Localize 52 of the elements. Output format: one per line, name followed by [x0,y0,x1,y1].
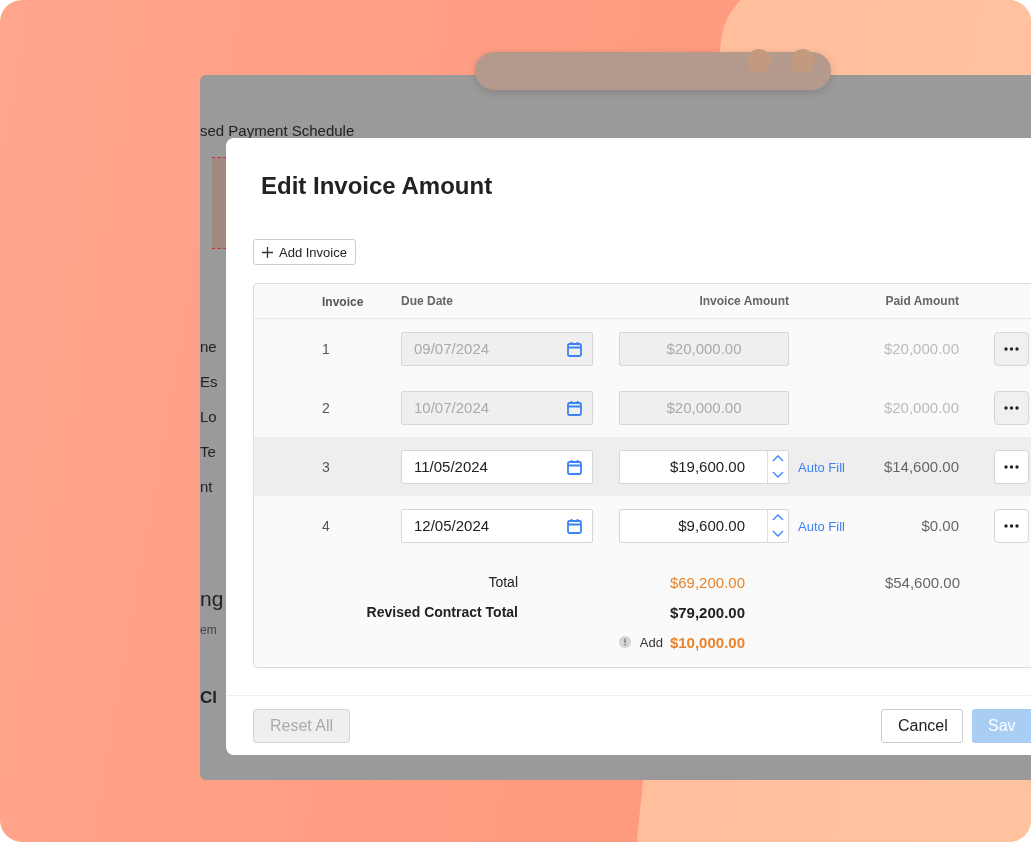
total-paid: $54,600.00 [883,573,960,591]
background-text: nt [200,477,214,497]
background-text: em [200,622,218,639]
invoice-number: 2 [322,399,330,416]
cancel-button[interactable]: Cancel [881,709,963,743]
more-icon [1004,346,1019,351]
amount-field[interactable]: $9,600.00 [619,508,789,543]
more-icon [1004,464,1019,469]
date-field[interactable]: 12/05/2024 [401,508,593,543]
invoice-number: 3 [322,458,330,475]
table-row[interactable]: 4 12/05/2024 $9,600.00 Auto Fill $0.00 [254,496,1031,555]
invoice-number: 4 [322,517,330,534]
table-row[interactable]: 3 11/05/2024 $19,600.00 Auto Fill $14,600.00 [254,437,1031,496]
calendar-icon[interactable] [567,458,582,475]
paid-amount: $20,000.00 [883,398,959,416]
chevron-down-icon [772,530,784,537]
calendar-icon[interactable] [567,517,582,534]
paid-amount: $20,000.00 [883,339,959,357]
paid-amount: $0.00 [921,516,959,534]
background-text: ng [200,586,225,612]
add-amount: $10,000.00 [669,633,745,651]
date-field[interactable]: 11/05/2024 [401,449,593,484]
revised-total-label: Revised Contract Total [365,604,518,620]
chevron-up-icon [772,514,784,521]
revised-total-amount: $79,200.00 [668,603,745,621]
total-label: Total [487,574,518,590]
add-label: Add [639,634,663,650]
chevron-up-icon [772,455,784,462]
background-text: Es [200,372,219,392]
amount-field[interactable]: $19,600.00 [619,449,789,484]
column-header: Paid Amount [885,294,959,308]
background-text: Te [200,442,217,462]
background-text: ne [200,337,218,357]
more-icon [1004,523,1019,528]
info-icon [618,636,631,648]
column-header: Invoice Amount [699,294,789,308]
section-heading: sed Payment Schedule [200,122,355,139]
add-invoice-button[interactable]: Add Invoice [253,239,356,265]
column-header: Invoice [322,295,364,309]
more-icon [1004,405,1019,410]
dialog-title: Edit Invoice Amount [261,171,493,201]
auto-fill-link[interactable]: Auto Fill [798,518,845,534]
more-button[interactable] [994,449,1029,484]
background-text: Cl [200,688,218,708]
more-button[interactable] [994,508,1029,543]
background-text: Lo [200,407,218,427]
paid-amount: $14,600.00 [883,457,959,475]
chevron-down-icon [772,471,784,478]
plus-icon [262,246,273,258]
total-amount: $69,200.00 [668,573,745,591]
column-header: Due Date [401,294,453,308]
invoice-number: 1 [322,340,330,357]
